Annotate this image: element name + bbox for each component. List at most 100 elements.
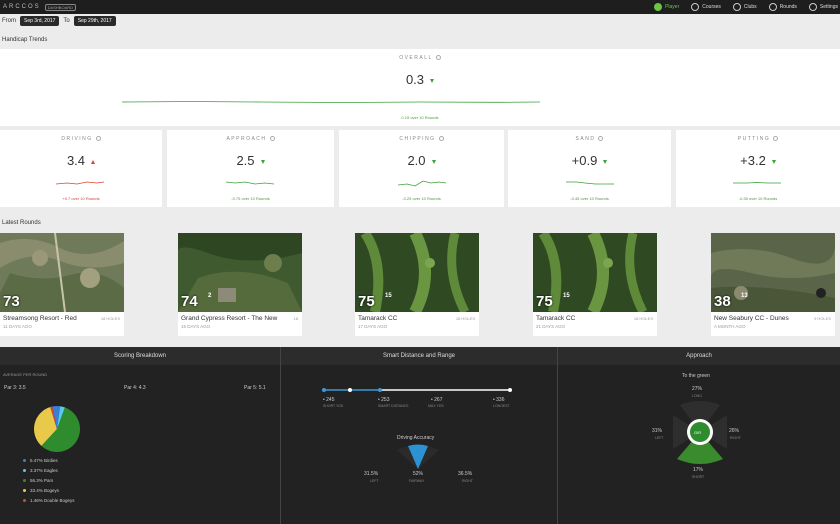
scoring-pie-chart	[34, 406, 80, 452]
scorecard-icon	[768, 3, 777, 11]
card-footer: -0.35 over 10 Rounds	[738, 196, 778, 201]
approach-right: 26%	[729, 428, 740, 434]
card-footer: -0.25 over 10 Rounds	[402, 196, 441, 201]
help-icon[interactable]	[435, 55, 441, 61]
legend-dot	[23, 469, 26, 472]
round-score: 75	[536, 293, 553, 310]
accuracy-left-label: LEFT	[370, 479, 379, 483]
accuracy-right-label: RIGHT	[462, 479, 473, 483]
card-footer: -0.45 over 10 Rounds	[570, 196, 609, 201]
legend-label: 33.4% Bogeys	[30, 488, 60, 493]
nav-label: Clubs	[743, 4, 757, 10]
approach-card[interactable]: APPROACH 2.5 -0.75 over 10 Rounds	[167, 130, 334, 207]
sand-card[interactable]: SAND +0.9 -0.45 over 10 Rounds	[508, 130, 671, 207]
help-icon[interactable]	[438, 136, 444, 142]
round-course-name: Streamsong Resort - Red	[3, 315, 77, 322]
logo[interactable]: ARCCOS DASHBOARD	[3, 3, 77, 11]
round-card[interactable]: 73 Streamsong Resort - Red 11 DAYS AGO 1…	[0, 233, 124, 336]
distance-smart: • 253	[378, 397, 390, 403]
date-range: From Sep 3rd, 2017 To Sep 29th, 2017	[2, 16, 120, 26]
round-course-name: New Seabury CC - Dunes	[714, 315, 789, 322]
round-holes: 18 HOLES	[455, 316, 475, 321]
approach-long-label: LONG	[692, 394, 702, 398]
trend-down-icon	[430, 78, 435, 83]
scoring-header: Scoring Breakdown	[0, 347, 280, 365]
distance-short: • 245	[323, 397, 335, 403]
legend-eagles: 3.37% Eagles	[23, 468, 58, 473]
accuracy-left: 31.5%	[364, 471, 379, 477]
nav-clubs[interactable]: Clubs	[732, 3, 757, 11]
round-card[interactable]: 75 15 Tamarack CC 21 DAYS AGO 18 HOLES	[533, 233, 657, 336]
distance-max-label: MAX YDS	[428, 404, 444, 408]
par5-stat: Par 5: 5.1	[244, 385, 266, 391]
card-value: +3.2	[676, 153, 840, 168]
nav-courses[interactable]: Courses	[691, 3, 721, 11]
logo-sub: DASHBOARD	[44, 3, 77, 11]
driving-card[interactable]: DRIVING 3.4 +0.7 over 10 Rounds	[0, 130, 162, 207]
driving-accuracy-fan	[397, 444, 439, 469]
driving-accuracy-title: Driving Accuracy	[397, 435, 435, 441]
card-value: 3.4	[0, 153, 162, 168]
card-value-text: +3.2	[740, 153, 766, 168]
card-title: SAND	[508, 136, 671, 142]
round-card[interactable]: 74 2 Grand Cypress Resort - The New 15 D…	[178, 233, 302, 336]
main-nav: Player Courses Clubs Rounds Settings	[654, 0, 840, 14]
flag-icon	[691, 3, 700, 11]
legend-label: 1.46% Double Bogeys	[30, 498, 75, 503]
nav-player[interactable]: Player	[654, 3, 679, 11]
card-value: 2.0	[339, 153, 504, 168]
top-bar: ARCCOS DASHBOARD Player Courses Clubs Ro…	[0, 0, 840, 14]
help-icon[interactable]	[95, 136, 101, 142]
legend-dot	[23, 479, 26, 482]
round-superscript: 13	[741, 293, 748, 299]
putting-card[interactable]: PUTTING +3.2 -0.35 over 10 Rounds	[676, 130, 840, 207]
overall-footer: 0.15 over 10 Rounds	[401, 115, 439, 120]
round-course-name: Tamarack CC	[358, 315, 398, 322]
distance-longest: • 336	[493, 397, 505, 403]
round-date: 17 DAYS AGO	[358, 324, 388, 329]
approach-right-label: RIGHT	[730, 436, 741, 440]
help-icon[interactable]	[773, 136, 779, 142]
nav-label: Settings	[819, 4, 838, 10]
card-title-text: DRIVING	[61, 136, 93, 142]
chipping-card[interactable]: CHIPPING 2.0 -0.25 over 10 Rounds	[339, 130, 504, 207]
round-superscript: 15	[563, 293, 570, 299]
trend-down-icon	[771, 159, 776, 164]
accuracy-center-label: FAIRWAY	[409, 479, 425, 483]
distance-range-bar	[322, 388, 512, 392]
card-title-text: SAND	[575, 136, 596, 142]
card-value: +0.9	[508, 153, 671, 168]
distance-max: • 267	[431, 397, 443, 403]
round-holes: 18 HOLES	[100, 316, 120, 321]
nav-settings[interactable]: Settings	[808, 3, 838, 11]
card-title-text: APPROACH	[226, 136, 267, 142]
par4-stat: Par 4: 4.3	[124, 385, 146, 391]
nav-label: Player	[665, 4, 680, 10]
trend-down-icon	[603, 159, 608, 164]
round-course-name: Grand Cypress Resort - The New	[181, 315, 278, 322]
legend-dot	[23, 499, 26, 502]
to-label: To	[63, 18, 70, 24]
card-title: CHIPPING	[339, 136, 504, 142]
card-value-text: +0.9	[571, 153, 598, 168]
round-card[interactable]: 38 13 New Seabury CC - Dunes A MONTH AGO…	[711, 233, 835, 336]
putting-sparkline	[733, 182, 781, 184]
round-score: 75	[358, 293, 375, 310]
card-value: 2.5	[167, 153, 334, 168]
round-holes: 18	[293, 316, 298, 321]
nav-rounds[interactable]: Rounds	[768, 3, 797, 11]
to-date-picker[interactable]: Sep 29th, 2017	[73, 16, 116, 26]
approach-left-label: LEFT	[655, 436, 664, 440]
card-footer: -0.75 over 10 Rounds	[231, 196, 270, 201]
round-card[interactable]: 75 15 Tamarack CC 17 DAYS AGO 18 HOLES	[355, 233, 479, 336]
overall-card[interactable]: OVERALL 0.3 0.15 over 10 Rounds	[0, 49, 840, 126]
approach-subtitle: To the green	[682, 373, 710, 379]
round-score: 73	[3, 293, 20, 310]
approach-center-label: GIR	[694, 430, 702, 435]
trend-up-icon	[91, 159, 96, 164]
help-icon[interactable]	[269, 136, 275, 142]
overall-value-text: 0.3	[405, 72, 425, 87]
help-icon[interactable]	[598, 136, 604, 142]
accuracy-right: 36.5%	[458, 471, 473, 477]
from-date-picker[interactable]: Sep 3rd, 2017	[20, 16, 60, 26]
